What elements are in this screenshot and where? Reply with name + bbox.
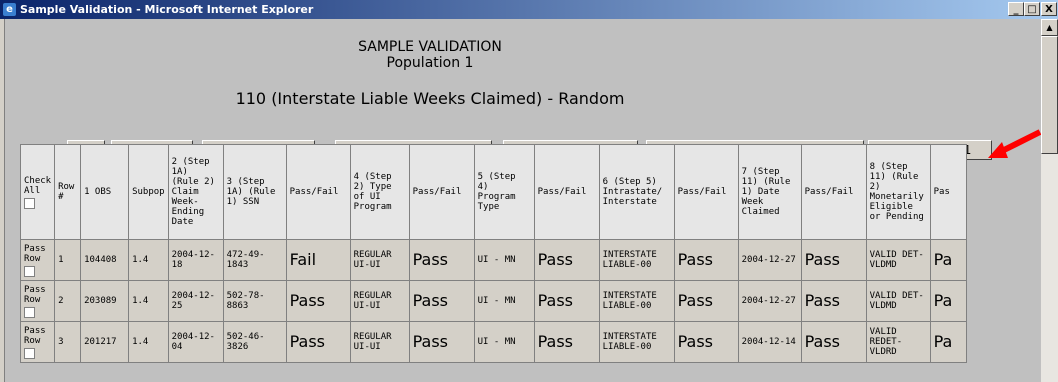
pass-fail-value[interactable]: Pass <box>285 321 351 363</box>
pass-row-label: Pass Row <box>24 325 46 346</box>
row-number: 2 <box>54 280 82 322</box>
pass-fail-value[interactable]: Pass <box>285 280 351 322</box>
minimize-button[interactable]: _ <box>1008 2 1024 16</box>
close-button[interactable]: X <box>1041 2 1057 16</box>
header-claim-week-ending-date: 2 (Step 1A) (Rule 2) Claim Week-Ending D… <box>167 144 224 240</box>
population-title: 110 (Interstate Liable Weeks Claimed) - … <box>235 89 625 108</box>
table-row: Pass Row 1 104408 1.4 2004-12-18 472-49-… <box>19 239 967 281</box>
pass-fail-value[interactable]: Pass <box>800 280 867 322</box>
ssn-value: 502-78-8863 <box>222 280 287 322</box>
vertical-scrollbar[interactable]: ▲ <box>1041 19 1058 382</box>
pass-fail-value[interactable]: Pass <box>673 239 739 281</box>
header-pass-fail: Pass/Fail <box>285 144 351 240</box>
pass-fail-value[interactable]: Pass <box>533 280 600 322</box>
ssn-value: 502-46-3826 <box>222 321 287 363</box>
header-ui-program-type: 4 (Step 2) Type of UI Program <box>349 144 410 240</box>
date-claimed-value: 2004-12-27 <box>737 239 802 281</box>
pass-fail-value[interactable]: Pass <box>533 239 600 281</box>
row-number: 3 <box>54 321 82 363</box>
header-pass-fail: Pass/Fail <box>673 144 739 240</box>
pass-fail-value[interactable]: Fail <box>285 239 351 281</box>
red-arrow-annotation <box>988 129 1042 158</box>
pass-row-label: Pass Row <box>24 284 46 305</box>
date-claimed-value: 2004-12-27 <box>737 280 802 322</box>
subpop-value: 1.4 <box>128 280 169 322</box>
ui-program-value: REGULAR UI-UI <box>349 321 410 363</box>
pass-row-checkbox[interactable] <box>24 306 35 318</box>
claim-date-value: 2004-12-25 <box>167 280 224 322</box>
page-heading: SAMPLE VALIDATION <box>358 39 502 55</box>
header-pass-fail-partial: Pas <box>929 144 967 240</box>
ie-icon: e <box>3 3 16 16</box>
header-intrastate-interstate: 6 (Step 5) Intrastate/ Interstate <box>598 144 675 240</box>
header-date-week-claimed: 7 (Step 11) (Rule 1) Date Week Claimed <box>737 144 802 240</box>
pass-fail-value[interactable]: Pass <box>533 321 600 363</box>
obs-value: 104408 <box>80 239 130 281</box>
check-all-label: Check All <box>24 175 52 196</box>
pass-row-cell[interactable]: Pass Row <box>19 321 56 363</box>
header-pass-fail: Pass/Fail <box>533 144 600 240</box>
header-monetarily-eligible: 8 (Step 11) (Rule 2) Monetarily Eligible… <box>865 144 931 240</box>
pass-row-label: Pass Row <box>24 243 46 264</box>
pass-row-checkbox[interactable] <box>24 347 35 359</box>
program-type-value: UI - MN <box>473 280 535 322</box>
browser-window: e Sample Validation - Microsoft Internet… <box>0 0 1058 382</box>
claim-date-value: 2004-12-04 <box>167 321 224 363</box>
title-bar: e Sample Validation - Microsoft Internet… <box>0 0 1058 19</box>
pass-fail-value[interactable]: Pa <box>929 239 967 281</box>
pass-row-cell[interactable]: Pass Row <box>19 280 56 322</box>
maximize-button[interactable]: □ <box>1024 2 1040 16</box>
header-program-type: 5 (Step 4) Program Type <box>473 144 535 240</box>
table-header-row: Check All Row # 1 OBS Subpop 2 (Step 1A)… <box>19 144 967 240</box>
pass-fail-value[interactable]: Pa <box>929 280 967 322</box>
intrastate-value: INTERSTATE LIABLE-00 <box>598 280 675 322</box>
monetarily-eligible-value: VALID DET-VLDMD <box>865 239 931 281</box>
row-number: 1 <box>54 239 82 281</box>
program-type-value: UI - MN <box>473 321 535 363</box>
date-claimed-value: 2004-12-14 <box>737 321 802 363</box>
pass-fail-value[interactable]: Pa <box>929 321 967 363</box>
intrastate-value: INTERSTATE LIABLE-00 <box>598 321 675 363</box>
header-pass-fail: Pass/Fail <box>408 144 475 240</box>
header-obs: 1 OBS <box>80 144 130 240</box>
obs-value: 201217 <box>80 321 130 363</box>
program-type-value: UI - MN <box>473 239 535 281</box>
table-row: Pass Row 3 201217 1.4 2004-12-04 502-46-… <box>19 321 967 363</box>
monetarily-eligible-value: VALID DET-VLDMD <box>865 280 931 322</box>
header-check-all[interactable]: Check All <box>19 144 56 240</box>
page-subheading: Population 1 <box>386 55 474 71</box>
header-row-number: Row # <box>54 144 82 240</box>
subpop-value: 1.4 <box>128 239 169 281</box>
intrastate-value: INTERSTATE LIABLE-00 <box>598 239 675 281</box>
pass-fail-value[interactable]: Pass <box>408 321 475 363</box>
table-row: Pass Row 2 203089 1.4 2004-12-25 502-78-… <box>19 280 967 322</box>
validation-table: Check All Row # 1 OBS Subpop 2 (Step 1A)… <box>19 144 967 363</box>
subpop-value: 1.4 <box>128 321 169 363</box>
ui-program-value: REGULAR UI-UI <box>349 239 410 281</box>
header-ssn: 3 (Step 1A) (Rule 1) SSN <box>222 144 287 240</box>
pass-fail-value[interactable]: Pass <box>800 321 867 363</box>
monetarily-eligible-value: VALID REDET-VLDRD <box>865 321 931 363</box>
header-pass-fail: Pass/Fail <box>800 144 867 240</box>
pass-row-checkbox[interactable] <box>24 265 35 277</box>
claim-date-value: 2004-12-18 <box>167 239 224 281</box>
obs-value: 203089 <box>80 280 130 322</box>
pass-fail-value[interactable]: Pass <box>673 280 739 322</box>
pass-fail-value[interactable]: Pass <box>800 239 867 281</box>
scroll-up-arrow-icon[interactable]: ▲ <box>1041 19 1058 36</box>
window-title: Sample Validation - Microsoft Internet E… <box>20 3 314 16</box>
check-all-checkbox[interactable] <box>24 197 35 209</box>
header-subpop: Subpop <box>128 144 169 240</box>
ui-program-value: REGULAR UI-UI <box>349 280 410 322</box>
pass-fail-value[interactable]: Pass <box>408 280 475 322</box>
ssn-value: 472-49-1843 <box>222 239 287 281</box>
scroll-thumb[interactable] <box>1041 36 1058 154</box>
pass-fail-value[interactable]: Pass <box>673 321 739 363</box>
pass-row-cell[interactable]: Pass Row <box>19 239 56 281</box>
pass-fail-value[interactable]: Pass <box>408 239 475 281</box>
